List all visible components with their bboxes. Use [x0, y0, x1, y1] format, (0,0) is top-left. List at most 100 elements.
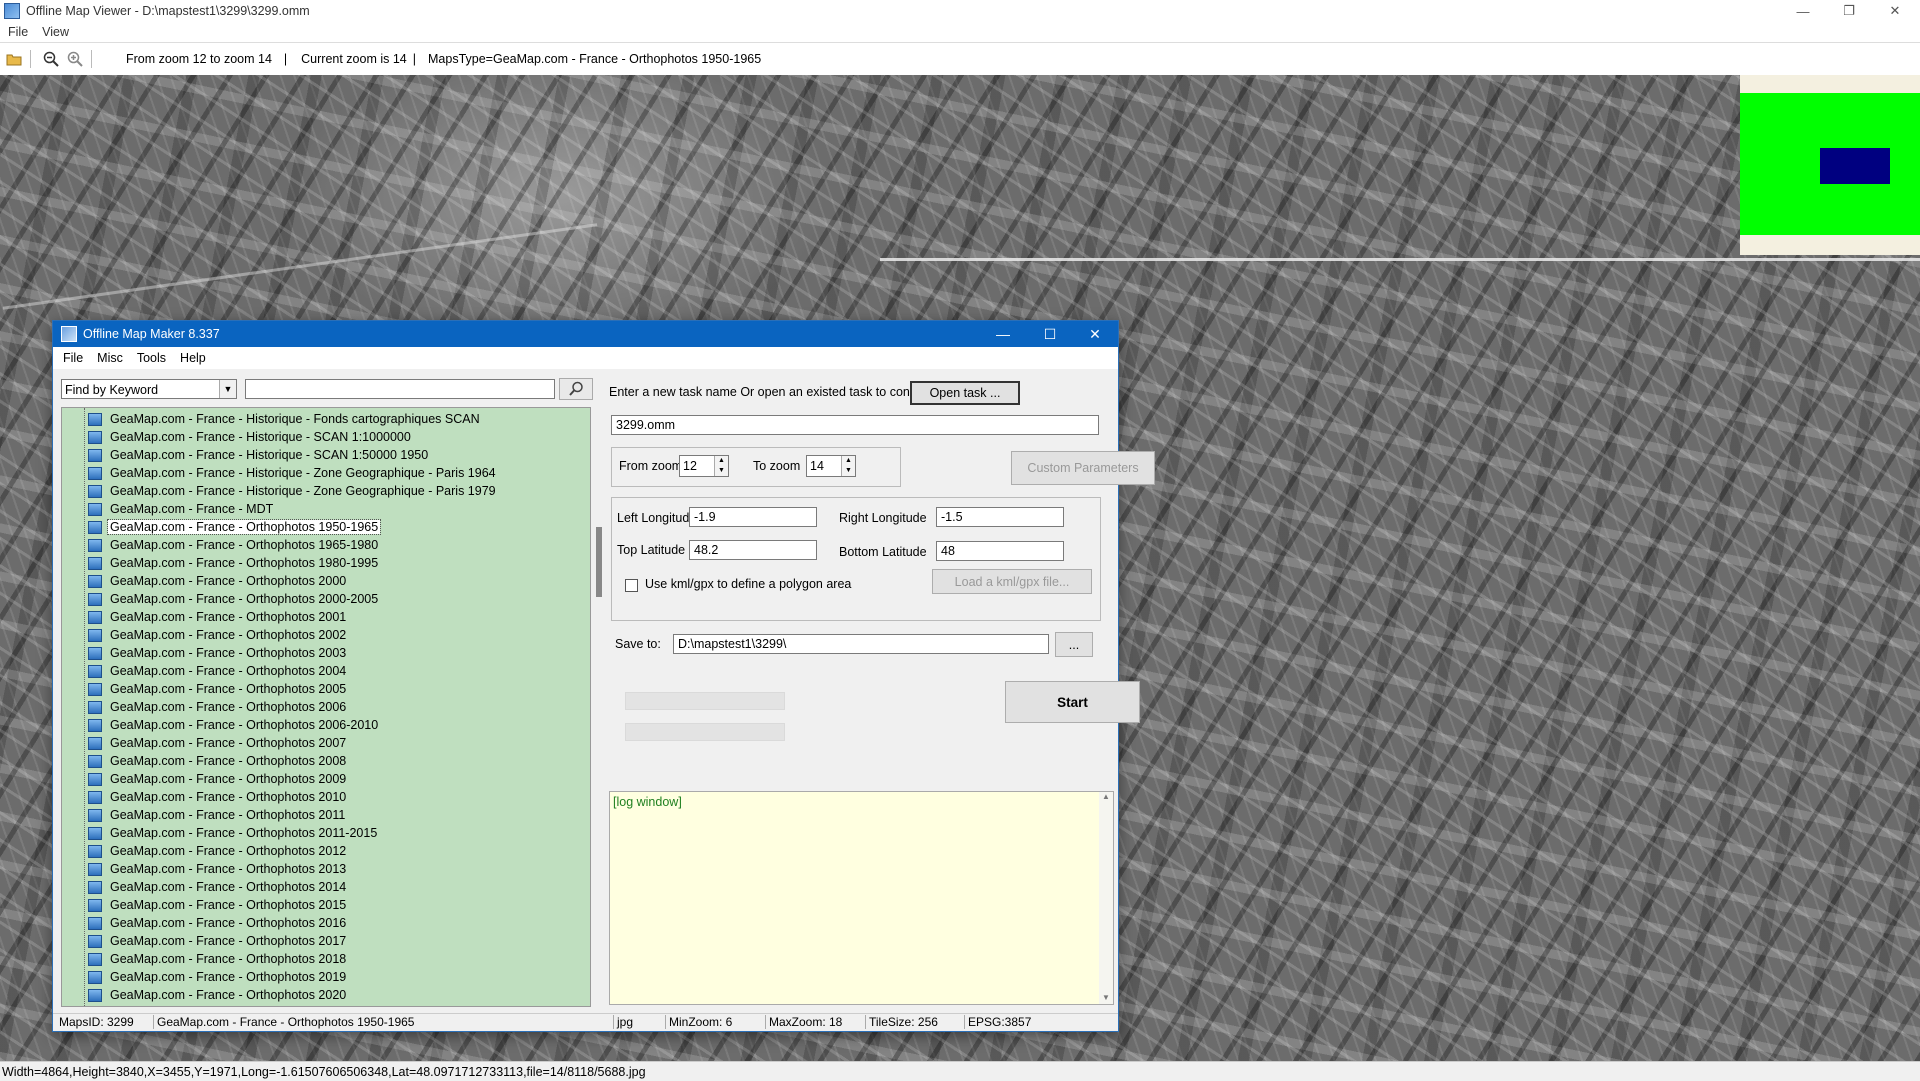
toolbar-separator	[91, 50, 92, 68]
dialog-menu-file[interactable]: File	[63, 351, 83, 365]
search-mode-select[interactable]: Find by Keyword ▼	[61, 379, 237, 399]
tree-item[interactable]: GeaMap.com - France - Orthophotos 2004	[88, 662, 348, 680]
tree-item-label: GeaMap.com - France - Historique - SCAN …	[110, 448, 429, 462]
chevron-down-icon[interactable]: ▼	[219, 380, 236, 398]
tree-item[interactable]: GeaMap.com - France - MDT	[88, 500, 275, 518]
log-scrollbar[interactable]: ▲ ▼	[1099, 792, 1113, 1004]
spinner-arrows-icon[interactable]: ▲ ▼	[841, 456, 855, 476]
zoom-in-icon[interactable]	[65, 49, 85, 69]
menu-file[interactable]: File	[8, 25, 28, 39]
viewer-status-text: Width=4864,Height=3840,X=3455,Y=1971,Lon…	[2, 1064, 646, 1079]
custom-parameters-button[interactable]: Custom Parameters	[1011, 451, 1155, 485]
open-task-button[interactable]: Open task ...	[910, 381, 1020, 405]
minimize-icon[interactable]: —	[1780, 0, 1826, 22]
status-map-name: GeaMap.com - France - Orthophotos 1950-1…	[153, 1015, 414, 1029]
tree-item[interactable]: GeaMap.com - France - Orthophotos 1980-1…	[88, 554, 380, 572]
tree-item[interactable]: GeaMap.com - France - Orthophotos 2011-2…	[88, 824, 379, 842]
tree-guide-line	[84, 408, 85, 1006]
tree-item[interactable]: GeaMap.com - France - Orthophotos 2005	[88, 680, 348, 698]
log-text: [log window]	[613, 795, 682, 809]
tree-scrollbar-thumb[interactable]	[596, 527, 602, 597]
tree-item[interactable]: GeaMap.com - France - Orthophotos 2015	[88, 896, 348, 914]
zoom-out-icon[interactable]	[41, 49, 61, 69]
tree-item[interactable]: GeaMap.com - France - Historique - Zone …	[88, 464, 498, 482]
kml-checkbox[interactable]	[625, 579, 638, 592]
tree-item[interactable]: GeaMap.com - France - Orthophotos 2002	[88, 626, 348, 644]
to-zoom-spinner[interactable]: 14 ▲ ▼	[806, 455, 856, 477]
tree-item[interactable]: GeaMap.com - France - Orthophotos 2000	[88, 572, 348, 590]
toolbar-separator	[30, 50, 31, 68]
tree-item[interactable]: GeaMap.com - France - Historique - SCAN …	[88, 428, 413, 446]
viewer-toolbar: From zoom 12 to zoom 14 | Current zoom i…	[0, 42, 1920, 76]
map-maker-dialog: Offline Map Maker 8.337 — ☐ ✕ File Misc …	[52, 320, 1155, 1032]
save-path-input[interactable]: D:\mapstest1\3299\	[673, 634, 1049, 654]
minimap[interactable]	[1740, 75, 1920, 255]
tree-item[interactable]: GeaMap.com - France - Historique - SCAN …	[88, 446, 430, 464]
bottom-latitude-input[interactable]: 48	[936, 541, 1064, 561]
map-layer-icon	[88, 484, 102, 498]
tree-item[interactable]: GeaMap.com - France - Orthophotos 2007	[88, 734, 348, 752]
tree-item[interactable]: GeaMap.com - France - Orthophotos 2019	[88, 968, 348, 986]
tree-item-label: GeaMap.com - France - Orthophotos 2014	[110, 880, 347, 894]
tree-item[interactable]: GeaMap.com - France - Orthophotos 2009	[88, 770, 348, 788]
browse-button[interactable]: ...	[1055, 632, 1093, 657]
dialog-maximize-icon[interactable]: ☐	[1028, 321, 1072, 347]
map-layer-icon	[88, 952, 102, 966]
tree-item[interactable]: GeaMap.com - France - Orthophotos 2000-2…	[88, 590, 380, 608]
tree-item[interactable]: GeaMap.com - France - Orthophotos 2011	[88, 806, 347, 824]
map-road	[880, 258, 1920, 261]
top-latitude-input[interactable]: 48.2	[689, 540, 817, 560]
tree-item-label: GeaMap.com - France - Orthophotos 2017	[110, 934, 347, 948]
map-type-tree[interactable]: GeaMap.com - France - Historique - Fonds…	[61, 407, 591, 1007]
tree-item[interactable]: GeaMap.com - France - Historique - Fonds…	[88, 410, 482, 428]
search-mode-value: Find by Keyword	[65, 383, 159, 397]
tree-item-label: GeaMap.com - France - Orthophotos 2012	[110, 844, 347, 858]
tree-item[interactable]: GeaMap.com - France - Orthophotos 2020	[88, 986, 348, 1004]
search-input[interactable]	[245, 379, 555, 399]
menu-view[interactable]: View	[42, 25, 69, 39]
tree-item[interactable]: GeaMap.com - France - Orthophotos 2014	[88, 878, 348, 896]
map-layer-icon	[88, 880, 102, 894]
minimap-viewport[interactable]	[1820, 148, 1890, 184]
left-longitude-input[interactable]: -1.9	[689, 507, 817, 527]
start-button[interactable]: Start	[1005, 681, 1140, 723]
tree-item[interactable]: GeaMap.com - France - Orthophotos 2008	[88, 752, 348, 770]
tree-item[interactable]: GeaMap.com - France - Orthophotos 2006-2…	[88, 716, 380, 734]
map-layer-icon	[88, 970, 102, 984]
task-name-input[interactable]: 3299.omm	[611, 415, 1099, 435]
dialog-menu-help[interactable]: Help	[180, 351, 206, 365]
zoom-range-text: From zoom 12 to zoom 14	[126, 52, 272, 66]
tree-item-label: GeaMap.com - France - Orthophotos 2002	[110, 628, 347, 642]
tree-item[interactable]: GeaMap.com - France - Orthophotos 1950-1…	[88, 518, 382, 536]
dialog-close-icon[interactable]: ✕	[1073, 321, 1117, 347]
spinner-arrows-icon[interactable]: ▲ ▼	[714, 456, 728, 476]
dialog-menu-tools[interactable]: Tools	[137, 351, 166, 365]
map-layer-icon	[88, 718, 102, 732]
tree-item[interactable]: GeaMap.com - France - Orthophotos 2012	[88, 842, 348, 860]
tree-item[interactable]: GeaMap.com - France - Orthophotos 2003	[88, 644, 348, 662]
dialog-minimize-icon[interactable]: —	[981, 321, 1025, 347]
tree-item[interactable]: GeaMap.com - France - Orthophotos 2006	[88, 698, 348, 716]
close-icon[interactable]: ✕	[1872, 0, 1918, 22]
restore-icon[interactable]: ❐	[1826, 0, 1872, 22]
tree-item[interactable]: GeaMap.com - France - Orthophotos 2017	[88, 932, 348, 950]
tree-scrollbar[interactable]	[594, 407, 606, 1007]
tree-item[interactable]: GeaMap.com - France - Orthophotos 1965-1…	[88, 536, 380, 554]
log-window[interactable]: [log window] ▲ ▼	[609, 791, 1114, 1005]
tree-item[interactable]: GeaMap.com - France - Orthophotos 2016	[88, 914, 348, 932]
from-zoom-spinner[interactable]: 12 ▲ ▼	[679, 455, 729, 477]
tree-item[interactable]: GeaMap.com - France - Orthophotos 2001	[88, 608, 348, 626]
dialog-app-icon	[61, 326, 77, 342]
map-layer-icon	[88, 610, 102, 624]
tree-item[interactable]: GeaMap.com - France - Orthophotos 2013	[88, 860, 348, 878]
right-longitude-input[interactable]: -1.5	[936, 507, 1064, 527]
tree-item[interactable]: GeaMap.com - France - Orthophotos 2010	[88, 788, 348, 806]
tree-item[interactable]: GeaMap.com - France - Orthophotos 2018	[88, 950, 348, 968]
left-longitude-label: Left Longitude	[617, 511, 697, 525]
dialog-menu-misc[interactable]: Misc	[97, 351, 123, 365]
tree-item[interactable]: GeaMap.com - France - Historique - Zone …	[88, 482, 498, 500]
search-button[interactable]	[559, 378, 593, 400]
tree-item-label: GeaMap.com - France - Orthophotos 2011-2…	[110, 826, 378, 840]
open-folder-icon[interactable]	[4, 49, 24, 69]
load-kml-button[interactable]: Load a kml/gpx file...	[932, 569, 1092, 594]
